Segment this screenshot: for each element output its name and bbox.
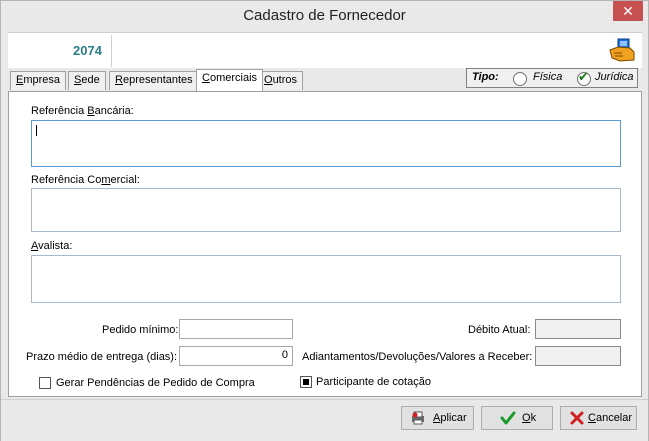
pedido-minimo-input[interactable] [179,319,293,339]
check-icon: ✔ [578,69,589,84]
tab-outros-mnemonic: O [264,74,273,86]
adiantamentos-input [535,346,621,366]
tab-representantes-mnemonic: R [115,74,123,86]
radio-fisica[interactable] [513,72,527,86]
tipo-group: Tipo: Física ✔ Jurídica [466,68,638,88]
tab-outros[interactable]: Outros [258,71,304,90]
tab-comerciais-mnemonic: C [202,72,210,84]
participante-cotacao-label[interactable]: Participante de cotação [316,376,431,388]
ok-label: Ok [522,412,536,424]
aplicar-label: Aplicar [433,412,467,424]
prazo-medio-input[interactable]: 0 [179,346,293,366]
ref-bancaria-mnemonic: B [87,105,95,117]
debito-atual-input [535,319,621,339]
comerciais-panel: Referência Bancária: Referência Comercia… [8,91,642,397]
footer: Aplicar Ok Cancelar [1,399,648,441]
supplier-code: 2074 [73,43,102,58]
avalista-textarea[interactable] [31,255,621,303]
ref-bancaria-textarea[interactable] [31,120,621,167]
header-divider [111,35,112,67]
avalista-label: Avalista: [31,240,72,252]
ref-comercial-label: Referência Comercial: [31,174,140,186]
tab-sede-label: ede [81,74,100,86]
aplicar-label-rest: plicar [440,412,467,424]
title-bar[interactable]: Cadastro de Fornecedor ✕ [1,1,648,31]
cancelar-button[interactable]: Cancelar [560,406,637,430]
ref-comercial-textarea[interactable] [31,188,621,232]
tab-outros-label: utros [272,74,298,86]
gerar-pendencias-checkbox[interactable] [39,377,51,389]
debito-atual-label: Débito Atual: [468,324,531,336]
hand-card-icon [609,38,635,62]
ok-button[interactable]: Ok [481,406,553,430]
tab-representantes-label: epresentantes [122,74,193,86]
green-check-icon [500,411,516,425]
tab-representantes[interactable]: Representantes [109,71,199,90]
ref-comercial-label-pre: Referência Co [31,174,102,186]
participante-cotacao-checkbox[interactable] [300,376,312,388]
header-area: 2074 [8,32,642,68]
ref-bancaria-label-pre: Referência [31,105,88,117]
ref-bancaria-label-post: ancária: [94,105,134,117]
avalista-label-post: valista: [38,240,73,252]
prazo-medio-label: Prazo médio de entrega (dias): [26,351,178,363]
pedido-minimo-label: Pedido mínimo: [102,324,179,336]
ok-mnemonic: O [522,412,531,424]
aplicar-button[interactable]: Aplicar [401,406,474,430]
cancelar-label-rest: ancelar [595,412,633,424]
tab-empresa[interactable]: Empresa [10,71,67,90]
radio-fisica-label[interactable]: Física [533,71,562,83]
ref-bancaria-label: Referência Bancária: [31,105,134,117]
footer-divider [1,399,648,400]
cancelar-label: Cancelar [588,412,632,424]
dialog-window: Cadastro de Fornecedor ✕ 2074 Empresa Se… [0,0,649,441]
cancelar-mnemonic: C [588,412,596,424]
gerar-pendencias-label[interactable]: Gerar Pendências de Pedido de Compra [56,377,255,389]
ok-label-rest: k [530,412,537,424]
apply-printer-icon [412,411,424,425]
close-button[interactable]: ✕ [613,1,643,21]
ref-comercial-mnemonic: m [101,174,111,186]
tab-comerciais[interactable]: Comerciais [196,69,264,91]
radio-juridica-label[interactable]: Jurídica [595,71,634,83]
tab-comerciais-label: omerciais [209,72,258,84]
tab-empresa-label: mpresa [23,74,61,86]
tipo-label: Tipo: [472,71,499,83]
window-title: Cadastro de Fornecedor [243,7,406,24]
adiantamentos-label: Adiantamentos/Devoluções/Valores a Receb… [302,351,533,363]
tab-sede[interactable]: Sede [68,71,106,90]
red-x-icon [570,411,584,425]
text-caret [36,125,37,136]
ref-comercial-label-post: ercial: [110,174,140,186]
